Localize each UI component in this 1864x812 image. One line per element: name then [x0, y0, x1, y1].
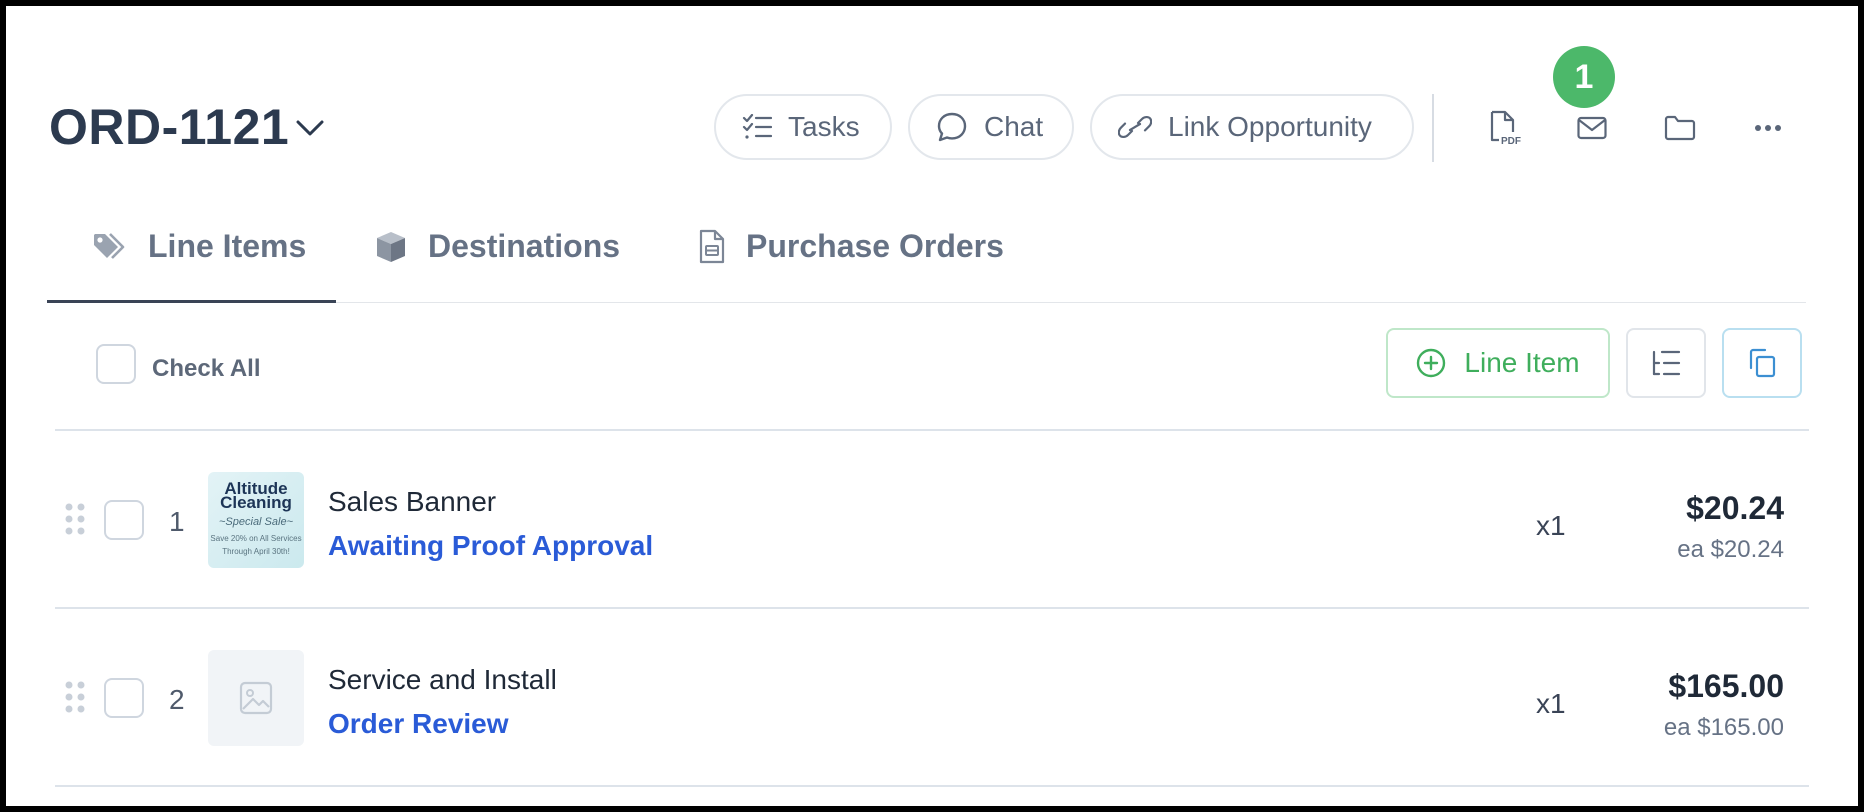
item-unit-price: ea $165.00	[1663, 714, 1784, 741]
copy-icon	[1749, 348, 1776, 378]
add-line-item-label: Line Item	[1464, 347, 1580, 378]
row-number: 2	[169, 684, 185, 715]
link-icon	[1118, 115, 1152, 139]
row-checkbox[interactable]	[104, 678, 144, 718]
item-name[interactable]: Service and Install	[328, 664, 557, 696]
order-title[interactable]: ORD-1121	[49, 98, 289, 156]
check-all-checkbox[interactable]	[96, 344, 136, 384]
tasks-icon	[742, 114, 772, 139]
product-thumbnail[interactable]: Altitude Cleaning ~Special Sale~ Save 20…	[208, 472, 304, 568]
item-total: $165.00	[1668, 668, 1784, 704]
thumbnail-line4: Save 20% on All Services	[210, 534, 302, 543]
drag-handle-icon[interactable]	[64, 680, 86, 714]
item-quantity: x1	[1536, 688, 1566, 719]
row-number: 1	[169, 506, 185, 537]
thumbnail-line2: Cleaning	[220, 493, 292, 512]
active-tab-indicator	[47, 300, 336, 303]
tasks-button[interactable]: Tasks	[714, 94, 892, 160]
item-total: $20.24	[1686, 490, 1784, 526]
thumbnail-line5: Through April 30th!	[222, 547, 290, 556]
copy-items-button[interactable]	[1722, 328, 1802, 398]
tasks-label: Tasks	[788, 111, 860, 142]
pdf-button[interactable]: PDF	[1484, 106, 1528, 150]
item-name[interactable]: Sales Banner	[328, 486, 496, 518]
tab-line-items-label: Line Items	[148, 228, 307, 264]
thumbnail-line3: ~Special Sale~	[219, 516, 293, 528]
product-thumbnail-placeholder[interactable]	[208, 650, 304, 746]
svg-text:PDF: PDF	[1501, 136, 1521, 146]
group-items-button[interactable]	[1626, 328, 1706, 398]
link-opportunity-button[interactable]: Link Opportunity	[1090, 94, 1414, 160]
tab-destinations-label: Destinations	[428, 228, 621, 264]
tags-icon	[94, 232, 125, 259]
chat-label: Chat	[984, 111, 1044, 142]
row-divider	[55, 785, 1809, 787]
more-horizontal-icon	[1755, 125, 1781, 131]
image-placeholder-icon	[239, 681, 273, 715]
email-count-badge: 1	[1553, 46, 1615, 108]
chevron-down-icon[interactable]	[294, 114, 326, 142]
header-divider	[1432, 94, 1434, 162]
row-checkbox[interactable]	[104, 500, 144, 540]
list-tree-icon	[1652, 350, 1681, 376]
box-icon	[377, 231, 405, 262]
row-divider	[55, 607, 1809, 609]
tab-purchase-orders-label: Purchase Orders	[746, 228, 1004, 264]
chat-button[interactable]: Chat	[908, 94, 1074, 160]
item-quantity: x1	[1536, 510, 1566, 541]
link-opportunity-label: Link Opportunity	[1168, 111, 1372, 142]
tab-destinations[interactable]: Destinations	[374, 228, 620, 265]
order-detail-panel: ORD-1121 Tasks Chat Link Opportunity PDF…	[6, 6, 1858, 806]
more-options-button[interactable]	[1746, 106, 1790, 150]
plus-circle-icon	[1417, 348, 1446, 378]
mail-icon	[1577, 116, 1607, 140]
table-divider	[55, 429, 1809, 431]
document-icon	[699, 229, 725, 263]
folder-button[interactable]	[1658, 106, 1702, 150]
drag-handle-icon[interactable]	[64, 502, 86, 536]
chat-icon	[937, 112, 967, 142]
add-line-item-button[interactable]: Line Item	[1386, 328, 1610, 398]
email-button[interactable]	[1570, 106, 1614, 150]
item-status[interactable]: Awaiting Proof Approval	[328, 530, 653, 562]
tab-line-items[interactable]: Line Items	[92, 228, 306, 265]
item-unit-price: ea $20.24	[1677, 536, 1784, 563]
folder-icon	[1664, 115, 1696, 141]
item-status[interactable]: Order Review	[328, 708, 509, 740]
check-all-label[interactable]: Check All	[152, 355, 260, 383]
pdf-file-icon: PDF	[1490, 110, 1521, 146]
tab-purchase-orders[interactable]: Purchase Orders	[698, 228, 1004, 265]
